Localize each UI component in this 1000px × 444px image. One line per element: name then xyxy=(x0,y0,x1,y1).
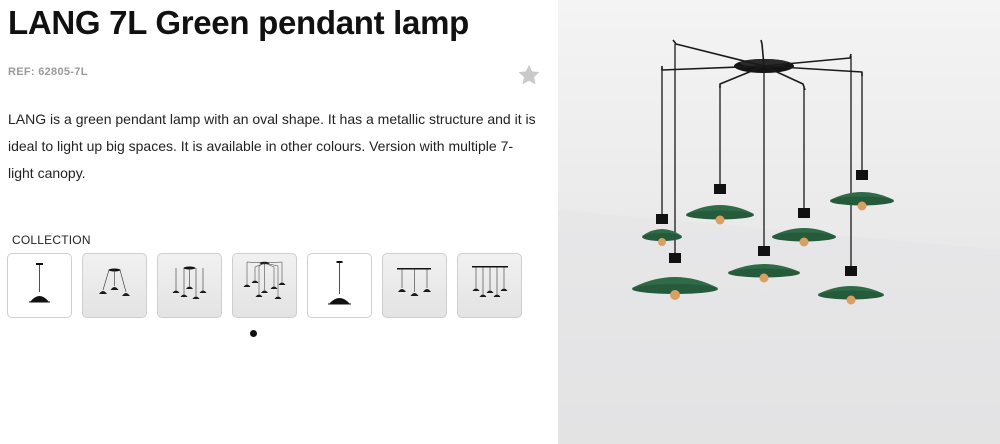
product-image xyxy=(558,0,1000,444)
collection-thumbnail-3-light[interactable] xyxy=(382,253,447,318)
collection-thumbnail-3-light[interactable] xyxy=(82,253,147,318)
collection-thumbnail-5-light[interactable] xyxy=(157,253,222,318)
collection-thumbnail-single[interactable] xyxy=(307,253,372,318)
star-icon xyxy=(518,64,540,85)
product-title: LANG 7L Green pendant lamp xyxy=(8,4,470,41)
collection-label: COLLECTION xyxy=(12,233,91,247)
product-description: LANG is a green pendant lamp with an ova… xyxy=(8,111,536,181)
favorite-button[interactable] xyxy=(516,62,542,88)
collection-thumbnail-7-light[interactable] xyxy=(232,253,297,318)
carousel-dot-active[interactable] xyxy=(250,330,257,337)
collection-thumbnail-5-light[interactable] xyxy=(457,253,522,318)
collection-thumbnail-single[interactable] xyxy=(7,253,72,318)
product-reference: REF: 62805-7L xyxy=(8,66,88,78)
